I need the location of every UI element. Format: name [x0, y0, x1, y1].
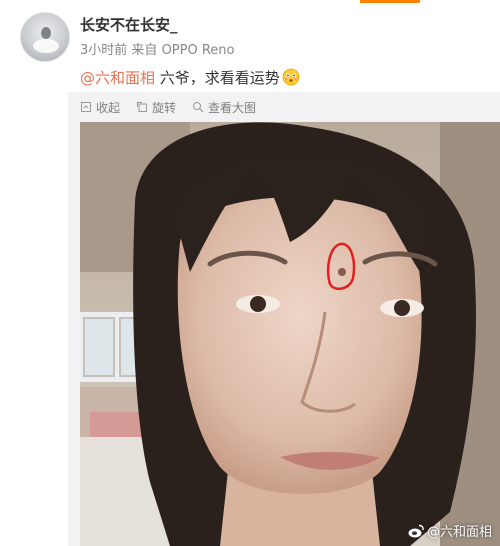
magnifier-icon [193, 102, 204, 113]
collapse-label: 收起 [96, 100, 121, 115]
media-toolbar: 收起 旋转 查看大图 [80, 97, 272, 117]
rotate-icon [137, 102, 148, 112]
post-meta: 3小时前 来自 OPPO Reno [80, 39, 235, 58]
post-source[interactable]: OPPO Reno [162, 43, 235, 58]
selfie-image [80, 122, 500, 546]
rotate-label: 旋转 [152, 100, 177, 115]
post-time[interactable]: 3小时前 [80, 43, 127, 58]
view-large-label: 查看大图 [208, 100, 257, 115]
flushed-face-emoji-icon [282, 68, 300, 90]
post-photo[interactable]: @六和面相 [80, 122, 500, 546]
post-text: @六和面相 六爷，求看看运势 [80, 67, 300, 90]
view-large-button[interactable]: 查看大图 [192, 99, 256, 116]
rotate-button[interactable]: 旋转 [136, 99, 176, 116]
top-accent-bar [360, 0, 420, 3]
post-source-prefix: 来自 [131, 43, 158, 58]
avatar[interactable] [20, 12, 70, 62]
mention-link[interactable]: @六和面相 [80, 69, 155, 87]
photo-watermark: @六和面相 [408, 521, 492, 540]
collapse-button[interactable]: 收起 [80, 99, 120, 116]
post-body-text: 六爷，求看看运势 [155, 69, 280, 87]
collapse-icon [81, 102, 91, 112]
weibo-logo-icon [408, 524, 424, 537]
watermark-text: @六和面相 [426, 525, 492, 540]
post-username[interactable]: 长安不在长安_ [80, 14, 178, 35]
